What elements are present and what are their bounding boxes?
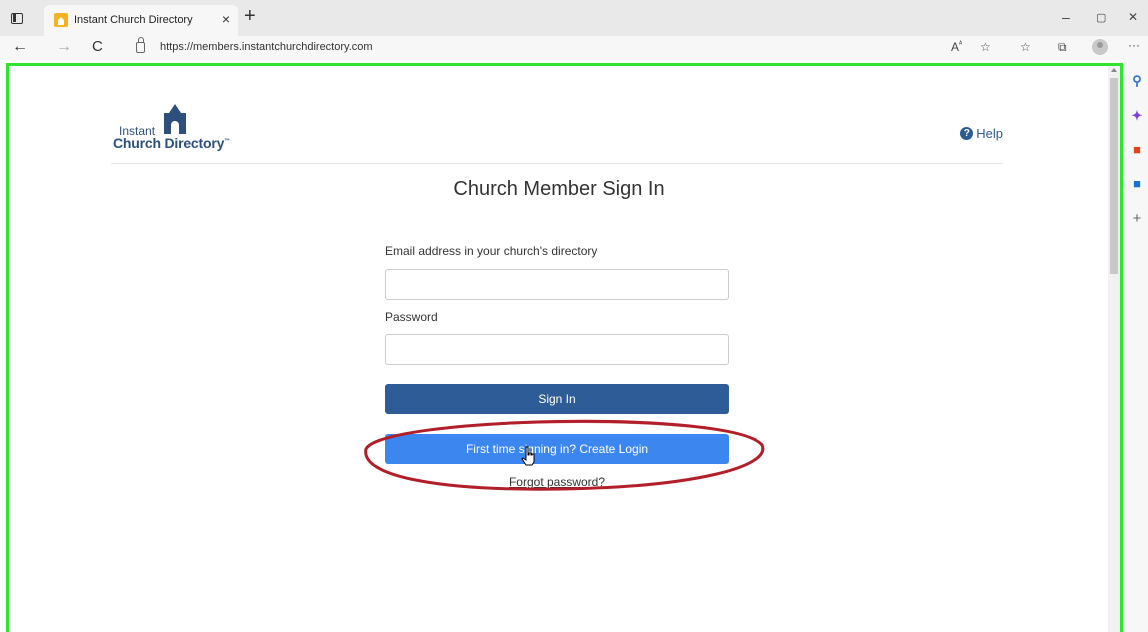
url-text[interactable]: https://members.instantchurchdirectory.c… [160,41,373,53]
browser-toolbar: ← → C https://members.instantchurchdirec… [0,36,1148,60]
forward-button[interactable]: → [56,38,72,56]
password-field[interactable] [385,334,729,365]
question-circle-icon: ? [960,127,974,140]
back-button[interactable]: ← [12,38,28,56]
page-viewport: Instant Church Directory™ ? Help Church … [6,63,1123,632]
copilot-icon[interactable]: ✦ [1130,109,1144,123]
tab-close-icon[interactable]: × [222,11,230,27]
lock-icon[interactable] [136,37,145,53]
create-login-button[interactable]: First time signing in? Create Login [385,434,729,464]
scroll-up-arrow-icon[interactable] [1111,68,1117,72]
password-label: Password [385,310,438,324]
edge-sidebar: ⚲ ✦ ■ ■ + [1124,60,1148,632]
church-building-icon [164,104,186,134]
page-scrollbar[interactable] [1108,66,1120,632]
scroll-thumb[interactable] [1110,78,1118,274]
outlook-icon[interactable]: ■ [1130,177,1144,191]
help-link[interactable]: ? Help [960,126,1003,141]
tab-title: Instant Church Directory [74,14,193,26]
office-icon[interactable]: ■ [1130,143,1144,157]
read-aloud-icon[interactable]: Aᴬ [951,40,962,54]
reload-button[interactable]: C [92,38,103,55]
site-logo[interactable]: Instant Church Directory™ [113,104,243,151]
favorite-add-icon[interactable]: ☆ [980,40,991,54]
browser-tab[interactable]: Instant Church Directory × [44,5,238,36]
email-label: Email address in your church's directory [385,244,598,258]
email-field[interactable] [385,269,729,300]
address-bar[interactable]: https://members.instantchurchdirectory.c… [124,37,954,59]
sign-in-button[interactable]: Sign In [385,384,729,414]
page-title: Church Member Sign In [453,178,665,200]
site-header: Instant Church Directory™ ? Help [111,98,1003,164]
forgot-password-link[interactable]: Forgot password? [385,475,729,489]
add-icon[interactable]: + [1130,211,1144,226]
search-icon[interactable]: ⚲ [1130,74,1144,88]
minimize-button[interactable]: – [1062,9,1070,25]
help-label: Help [976,126,1003,141]
favorites-icon[interactable]: ☆ [1020,40,1031,54]
site-favicon-icon [54,13,68,27]
close-window-button[interactable]: ✕ [1128,10,1138,24]
profile-icon[interactable] [1092,39,1108,55]
logo-text-church-directory: Church Directory™ [113,135,230,151]
browser-tab-bar: Instant Church Directory × + – ▢ ✕ [0,0,1148,36]
more-icon[interactable]: ··· [1128,38,1140,52]
new-tab-button[interactable]: + [244,5,256,28]
restore-button[interactable]: ▢ [1096,11,1106,24]
hand-cursor-icon [521,446,535,466]
tab-actions-icon[interactable] [8,9,28,29]
collections-icon[interactable]: ⧉ [1058,40,1067,55]
